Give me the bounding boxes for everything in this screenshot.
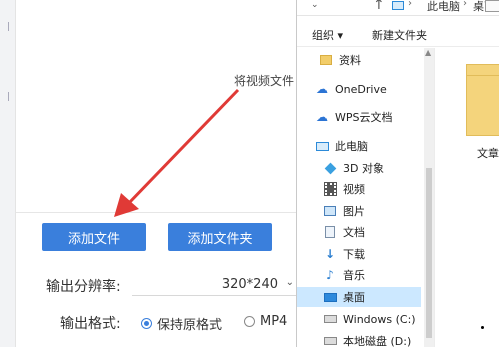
format-label: 输出格式: <box>60 316 121 332</box>
new-folder-button[interactable]: 新建文件夹 <box>372 27 427 43</box>
document-icon <box>323 226 337 238</box>
music-icon: ♪ <box>326 268 334 282</box>
converter-app: 将视频文件 添加文件 添加文件夹 输出分辨率: 320*240 ⌄ 输出格式: … <box>0 0 296 347</box>
nav-item-3d-objects[interactable]: 3D 对象 <box>297 158 421 178</box>
nav-item-label: 文档 <box>343 226 365 239</box>
cloud-outline-icon: ☁ <box>316 110 328 124</box>
address-input[interactable] <box>485 0 499 12</box>
radio-selected-icon[interactable] <box>141 318 152 329</box>
organize-menu[interactable]: 组织 ▾ <box>312 27 343 43</box>
nav-item-documents[interactable]: 文档 <box>297 222 421 242</box>
breadcrumb-item[interactable]: 此电脑 <box>427 0 460 14</box>
nav-item-ziliao[interactable]: 资料 <box>297 50 421 70</box>
resolution-value: 320*240 <box>221 277 278 292</box>
scrollbar-thumb[interactable] <box>426 168 432 338</box>
nav-item-desktop[interactable]: 桌面 <box>297 287 421 307</box>
nav-item-label: 此电脑 <box>335 140 368 153</box>
nav-item-label: Windows (C:) <box>343 312 416 326</box>
format-option-label: 保持原格式 <box>157 318 223 333</box>
app-sidebar <box>0 0 16 347</box>
drive-icon <box>323 313 337 325</box>
nav-item-onedrive[interactable]: ☁ OneDrive <box>297 79 421 99</box>
download-icon: ↓ <box>324 247 336 261</box>
navigation-scrollbar[interactable]: ▲ <box>424 48 434 347</box>
nav-item-label: 图片 <box>343 205 365 218</box>
folder-icon[interactable] <box>466 64 499 136</box>
nav-item-label: 视频 <box>343 183 365 196</box>
nav-item-videos[interactable]: 视频 <box>297 179 421 199</box>
sidebar-mark <box>8 22 14 31</box>
nav-item-label: WPS云文档 <box>335 111 393 124</box>
command-bar: 组织 ▾ 新建文件夹 <box>297 17 499 47</box>
resolution-select[interactable]: 320*240 ⌄ <box>132 274 296 296</box>
computer-icon <box>392 1 404 10</box>
chevron-down-icon[interactable]: ⌄ <box>311 0 319 10</box>
navigation-pane: 资料 ☁ OneDrive ☁ WPS云文档 此电脑 3D 对象 视频 图片 文… <box>297 48 434 347</box>
nav-item-drive-d[interactable]: 本地磁盘 (D:) <box>297 331 421 347</box>
radio-icon[interactable] <box>244 316 255 327</box>
nav-item-music[interactable]: ♪ 音乐 <box>297 265 421 285</box>
cloud-icon: ☁ <box>316 82 328 96</box>
picture-icon <box>323 205 337 217</box>
nav-item-label: OneDrive <box>335 82 387 96</box>
format-option-mp4[interactable]: MP4 <box>244 314 287 329</box>
folder-icon <box>319 54 333 66</box>
drive-icon <box>323 335 337 347</box>
add-folder-button[interactable]: 添加文件夹 <box>168 223 272 251</box>
nav-item-label: 本地磁盘 (D:) <box>343 335 412 347</box>
nav-item-drive-c[interactable]: Windows (C:) <box>297 309 421 329</box>
nav-item-downloads[interactable]: ↓ 下载 <box>297 244 421 264</box>
folder-label[interactable]: 文章 <box>477 145 499 161</box>
desktop-icon <box>323 291 337 303</box>
cursor-dot <box>481 326 484 329</box>
nav-item-label: 3D 对象 <box>343 162 384 175</box>
add-file-button[interactable]: 添加文件 <box>42 223 146 251</box>
nav-item-label: 桌面 <box>343 291 365 304</box>
computer-icon <box>315 140 329 152</box>
resolution-label: 输出分辨率: <box>46 279 121 295</box>
nav-item-this-pc[interactable]: 此电脑 <box>297 136 421 156</box>
content-pane: 文章 <box>434 48 499 347</box>
nav-item-label: 资料 <box>339 54 361 67</box>
scroll-up-icon[interactable]: ▲ <box>425 48 431 57</box>
divider <box>16 212 296 213</box>
chevron-down-icon: ⌄ <box>285 277 294 288</box>
format-option-label: MP4 <box>260 314 288 329</box>
video-icon <box>323 182 337 196</box>
nav-item-label: 音乐 <box>343 269 365 282</box>
format-option-keep-original[interactable]: 保持原格式 <box>141 314 222 333</box>
nav-item-pictures[interactable]: 图片 <box>297 201 421 221</box>
chevron-right-icon: › <box>408 0 412 9</box>
nav-item-wps-cloud[interactable]: ☁ WPS云文档 <box>297 107 421 127</box>
drop-hint-text: 将视频文件 <box>234 74 295 88</box>
up-arrow-icon[interactable]: ↑ <box>373 0 385 13</box>
nav-item-label: 下载 <box>343 248 365 261</box>
cube-icon <box>323 162 337 174</box>
chevron-right-icon: › <box>463 0 467 9</box>
address-bar[interactable]: ⌄ ↑ › 此电脑 › 桌面 <box>297 0 499 16</box>
sidebar-mark <box>8 92 14 101</box>
file-explorer-window: ⌄ ↑ › 此电脑 › 桌面 组织 ▾ 新建文件夹 资料 ☁ OneDrive … <box>296 0 499 347</box>
